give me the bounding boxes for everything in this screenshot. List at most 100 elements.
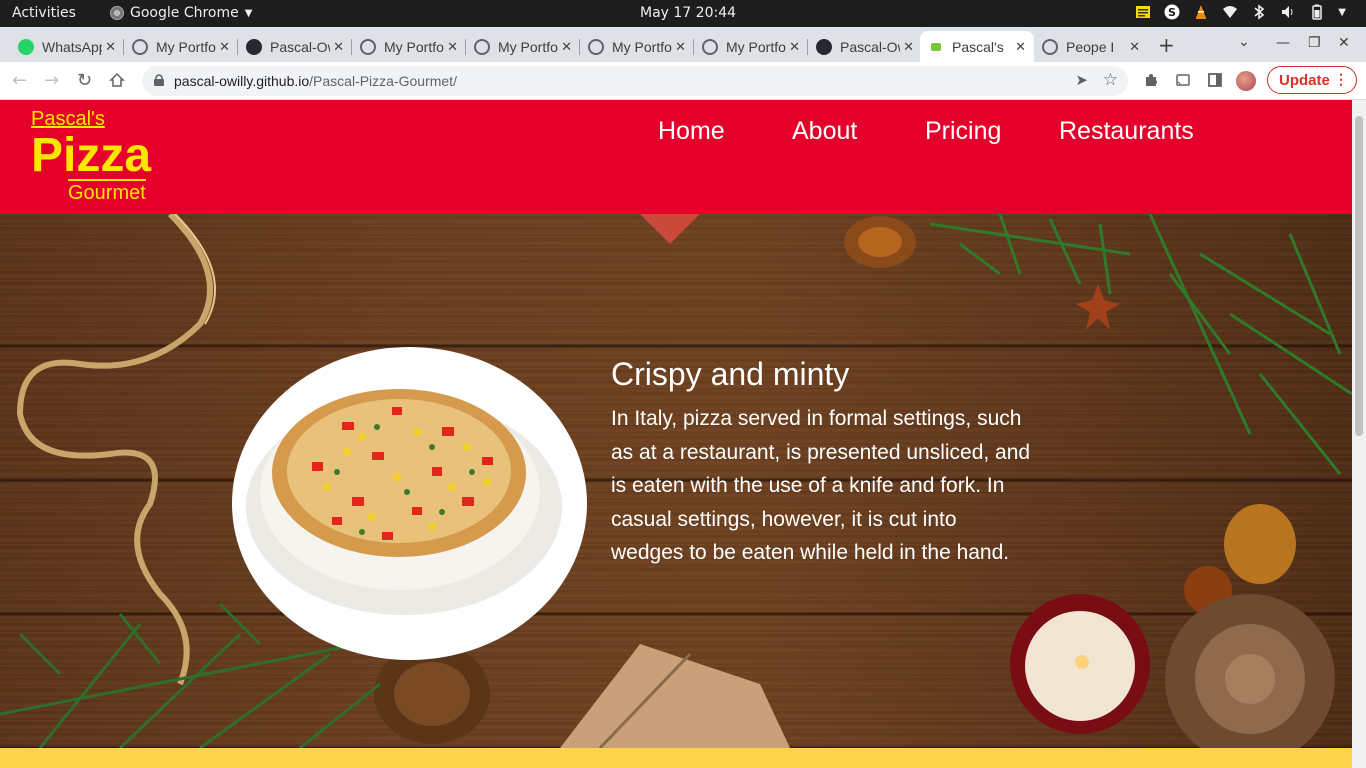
nav-about[interactable]: About [792,117,857,146]
bookmark-star-icon[interactable]: ☆ [1103,70,1118,90]
hero-section: Crispy and minty In Italy, pizza served … [0,214,1352,748]
globe-icon [132,38,148,55]
nav-restaurants[interactable]: Restaurants [1059,117,1194,146]
update-label: Update [1279,71,1330,89]
battery-icon[interactable] [1309,4,1325,20]
tab-peope[interactable]: Peope I ✕ [1034,31,1148,62]
pinecone-top-highlight [858,227,902,257]
tab-title: WhatsApp [42,38,102,55]
close-icon[interactable]: ✕ [561,39,572,55]
logo-gourmet: Gourmet [68,182,146,204]
svg-text:S: S [1168,6,1176,19]
url-text[interactable]: pascal-owilly.github.io/Pascal-Pizza-Gou… [174,73,457,89]
url-domain: pascal-owilly.github.io [174,73,310,89]
address-bar[interactable]: pascal-owilly.github.io/Pascal-Pizza-Gou… [142,66,1128,96]
skype-icon[interactable]: S [1164,4,1180,20]
notes-icon[interactable] [1135,4,1151,20]
close-icon[interactable]: ✕ [789,39,800,55]
close-window-icon[interactable]: ✕ [1338,35,1350,51]
more-vertical-icon[interactable]: ⋮ [1334,71,1348,88]
app-name: Google Chrome [130,5,239,21]
system-tray[interactable]: S ▼ [1135,4,1346,20]
pinecone-bottom-right-core [1225,654,1275,704]
page-viewport: Pascal's Pizza Gourmet Home About Pricin… [0,100,1352,768]
chevron-down-icon: ▼ [244,7,253,19]
tab-title: Pascal-Owilly [270,38,330,55]
tab-title: My Portfolio [156,38,216,55]
bluetooth-icon[interactable] [1251,4,1267,20]
home-icon[interactable] [109,72,125,88]
reload-icon[interactable]: ↻ [77,70,92,92]
close-icon[interactable]: ✕ [1015,39,1026,55]
forward-icon[interactable]: → [44,70,59,92]
close-icon[interactable]: ✕ [675,39,686,55]
scrollbar-thumb[interactable] [1355,116,1363,436]
globe-icon [702,38,718,55]
tab-pascals-active[interactable]: Pascal's ✕ [920,31,1034,62]
tab-title: My Portfolio [384,38,444,55]
tab-portfolio[interactable]: My Portfolio ✕ [352,31,466,62]
github-icon [246,38,262,55]
logo-pascals-link[interactable]: Pascal's [31,108,105,131]
update-button[interactable]: Update ⋮ [1267,66,1357,94]
globe-icon [474,38,490,55]
logo-pizza: Pizza [31,129,152,182]
url-path: /Pascal-Pizza-Gourmet/ [309,73,457,89]
tab-title: My Portfolio [726,38,786,55]
clock[interactable]: May 17 20:44 [640,5,736,21]
close-icon[interactable]: ✕ [1129,39,1140,55]
cast-icon[interactable] [1175,72,1191,88]
close-icon[interactable]: ✕ [903,39,914,55]
app-menu[interactable]: Google Chrome ▼ [110,5,252,21]
tab-github[interactable]: Pascal-Owilly ✕ [238,31,352,62]
star-anise [1076,284,1120,330]
system-menu-chevron-icon[interactable]: ▼ [1338,7,1346,18]
chrome-icon [110,6,124,20]
site-header: Pascal's Pizza Gourmet Home About Pricin… [0,100,1352,214]
lock-icon[interactable] [154,74,164,86]
hero-description: In Italy, pizza served in formal setting… [611,407,1031,564]
globe-icon [1042,38,1058,55]
tab-portfolio[interactable]: My Portfolio ✕ [580,31,694,62]
tab-search-chevron-icon[interactable]: ⌄ [1238,34,1250,50]
close-icon[interactable]: ✕ [105,39,116,55]
maximize-icon[interactable]: ❐ [1308,35,1321,51]
volume-icon[interactable] [1280,4,1296,20]
logo-divider [68,179,146,181]
candle-flame [1075,655,1089,669]
globe-icon [360,38,376,55]
tab-title: My Portfolio [612,38,672,55]
close-icon[interactable]: ✕ [333,39,344,55]
side-panel-icon[interactable] [1207,72,1223,88]
profile-avatar[interactable] [1236,71,1256,91]
github-icon [816,38,832,55]
send-tab-icon[interactable]: ➤ [1075,71,1088,89]
system-top-bar: Activities Google Chrome ▼ May 17 20:44 … [0,0,1366,27]
new-tab-button[interactable]: + [1158,33,1175,57]
twine-rope [16,214,213,686]
tab-github[interactable]: Pascal-Owilly ✕ [808,31,922,62]
extensions-puzzle-icon[interactable] [1143,72,1159,88]
nav-pricing[interactable]: Pricing [925,117,1001,146]
close-icon[interactable]: ✕ [447,39,458,55]
minimize-icon[interactable]: — [1276,35,1290,51]
next-section-band [0,748,1352,768]
tab-portfolio[interactable]: My Portfolio ✕ [466,31,580,62]
back-icon[interactable]: ← [12,70,27,92]
wifi-icon[interactable] [1222,4,1238,20]
activities-button[interactable]: Activities [12,5,76,21]
hero-title: Crispy and minty [611,356,850,392]
browser-toolbar: ← → ↻ pascal-owilly.github.io/Pascal-Piz… [0,62,1366,100]
nav-home[interactable]: Home [658,117,725,146]
pinecone-bottom-inner [394,662,470,726]
tab-title: Pascal's [952,38,1004,55]
walnut [1224,504,1296,584]
globe-icon [588,38,604,55]
close-icon[interactable]: ✕ [219,39,230,55]
vlc-icon[interactable] [1193,4,1209,20]
tab-portfolio[interactable]: My Portfolio ✕ [694,31,808,62]
page-scrollbar[interactable] [1352,100,1366,768]
pizza-illustration [246,389,562,615]
tab-whatsapp[interactable]: WhatsApp ✕ [10,31,124,62]
tab-portfolio[interactable]: My Portfolio ✕ [124,31,238,62]
